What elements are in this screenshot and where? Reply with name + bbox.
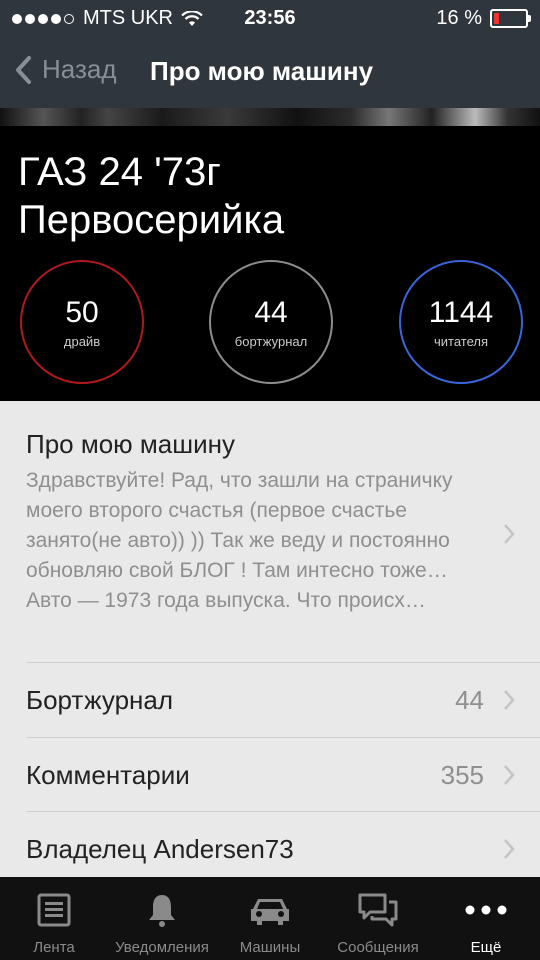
stat-drive[interactable]: 50 драйв	[20, 260, 144, 384]
row-comments[interactable]: Комментарии 355	[26, 737, 540, 812]
row-owner[interactable]: Владелец Andersen73	[26, 811, 540, 886]
car-title-line2: Первосерийка	[18, 198, 285, 242]
tab-bar: Лента Уведомления Машины Сообщения Ещё	[0, 877, 540, 960]
car-title: ГАЗ 24 '73г Первосерийка	[18, 148, 284, 244]
list-icon	[37, 893, 71, 927]
bell-icon	[149, 895, 175, 927]
tab-label: Уведомления	[115, 939, 209, 956]
tab-notifications[interactable]: Уведомления	[108, 877, 216, 960]
chat-icon	[358, 893, 398, 927]
tab-cars[interactable]: Машины	[216, 877, 324, 960]
tab-label: Сообщения	[337, 939, 419, 956]
back-button[interactable]: Назад	[14, 54, 117, 85]
back-label: Назад	[42, 54, 117, 84]
battery-icon	[490, 9, 531, 28]
tab-label: Машины	[239, 939, 301, 956]
row-label: Владелец Andersen73	[26, 834, 294, 864]
chevron-left-icon	[16, 55, 31, 84]
tab-messages[interactable]: Сообщения	[324, 877, 432, 960]
status-bar: MTS UKR 23:56 16 %	[0, 0, 540, 36]
chevron-right-icon	[504, 839, 515, 859]
stat-logbook[interactable]: 44 бортжурнал	[209, 260, 333, 384]
stat-value: 1144	[428, 295, 494, 329]
chevron-right-icon	[504, 765, 515, 785]
chevron-right-icon	[504, 690, 515, 710]
row-logbook[interactable]: Бортжурнал 44	[26, 662, 540, 737]
stat-value: 50	[65, 295, 99, 329]
navigation-bar: Назад Про мою машину	[0, 44, 540, 100]
stat-readers[interactable]: 1144 читателя	[399, 260, 523, 384]
row-count: 355	[440, 760, 484, 790]
page-title: Про мою машину	[150, 56, 374, 86]
row-label: Комментарии	[26, 760, 190, 790]
about-text: Здравствуйте! Рад, что зашли на страничк…	[26, 469, 453, 612]
tab-more[interactable]: Ещё	[432, 877, 540, 960]
row-label: Бортжурнал	[26, 685, 174, 715]
top-bar: MTS UKR 23:56 16 % Назад Про мою машину	[0, 0, 540, 108]
stat-label: драйв	[63, 333, 101, 349]
chevron-right-icon	[504, 524, 515, 544]
about-car-item[interactable]: Про мою машину Здравствуйте! Рад, что за…	[26, 429, 466, 616]
tab-feed[interactable]: Лента	[0, 877, 108, 960]
battery-percent: 16 %	[436, 7, 482, 29]
about-title: Про мою машину	[26, 429, 235, 459]
cover-photo	[0, 108, 540, 126]
tab-label: Ещё	[470, 939, 502, 956]
stat-label: бортжурнал	[234, 333, 308, 349]
stat-value: 44	[254, 295, 288, 329]
car-icon	[251, 899, 289, 925]
details-list: Про мою машину Здравствуйте! Рад, что за…	[0, 401, 540, 877]
car-header: ГАЗ 24 '73г Первосерийка 50 драйв 44 бор…	[0, 126, 540, 401]
more-icon	[465, 905, 507, 915]
row-count: 44	[455, 685, 484, 715]
stat-label: читателя	[433, 333, 489, 349]
tab-label: Лента	[33, 939, 75, 956]
car-title-line1: ГАЗ 24 '73г	[18, 150, 221, 194]
